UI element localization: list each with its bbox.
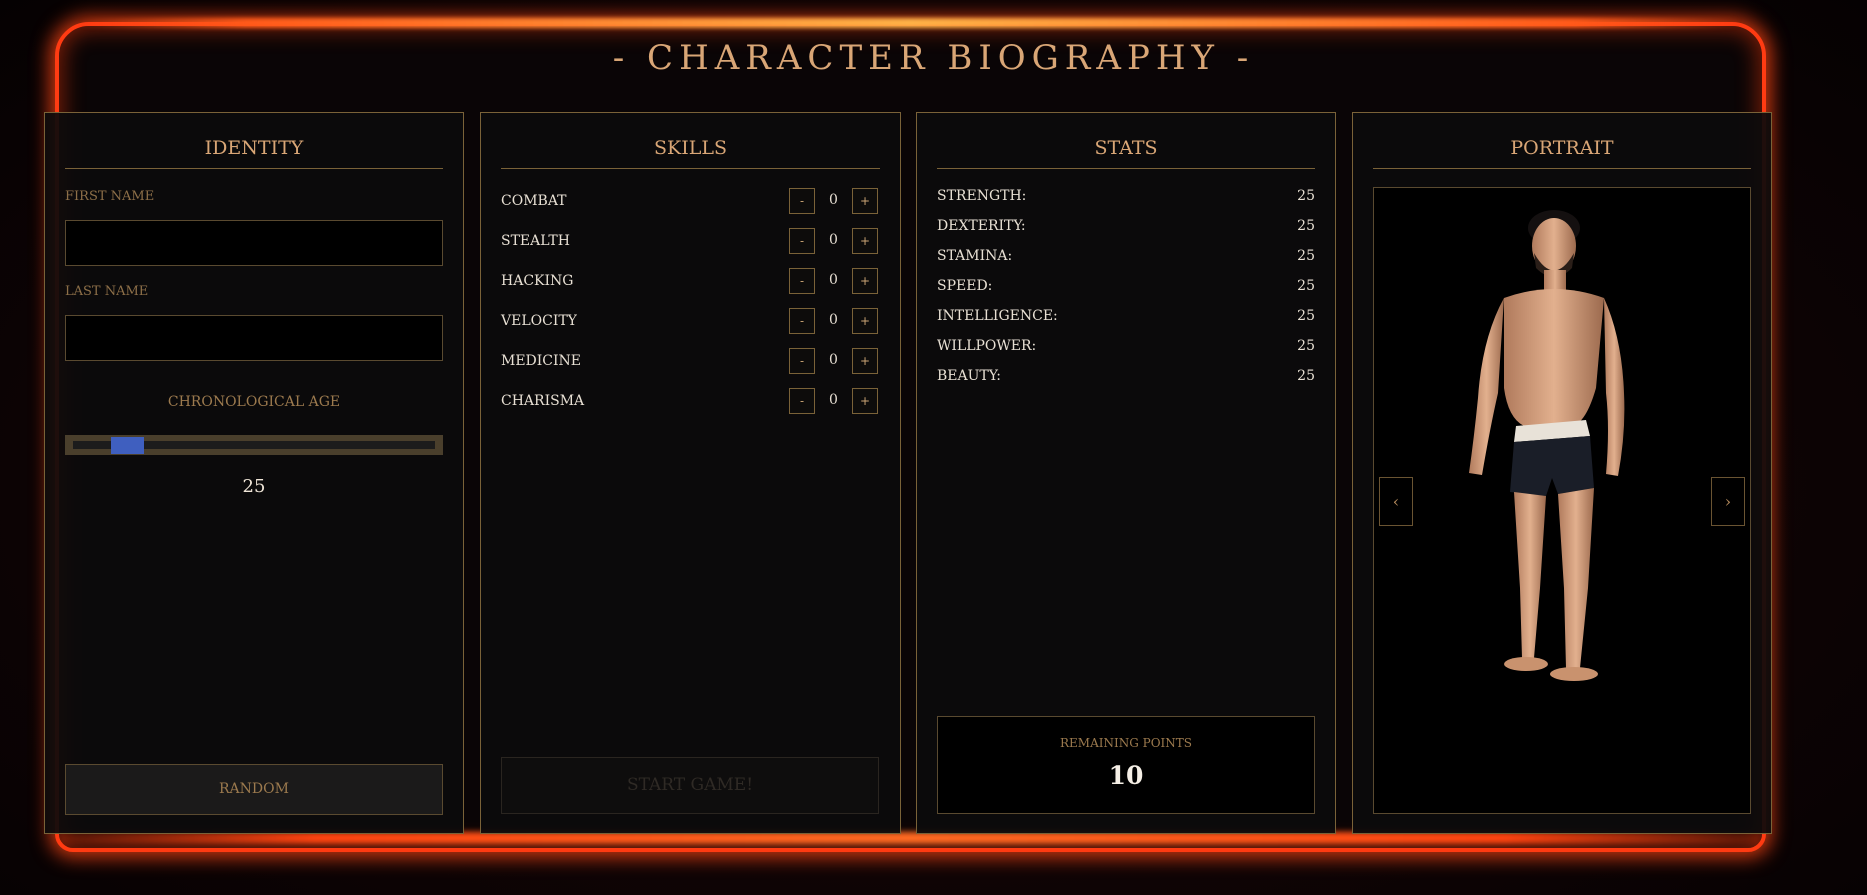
- skill-row-velocity: VELOCITY - 0 +: [501, 308, 879, 336]
- stat-name: INTELLIGENCE:: [937, 308, 1058, 324]
- chevron-right-icon: ›: [1724, 492, 1732, 511]
- skills-title: SKILLS: [501, 137, 880, 169]
- stats-panel: STATS STRENGTH: 25 DEXTERITY: 25 STAMINA…: [916, 112, 1336, 834]
- skill-value: 0: [829, 232, 838, 248]
- stealth-plus-button[interactable]: +: [852, 228, 878, 254]
- stat-value: 25: [1297, 248, 1315, 264]
- portrait-frame: ‹ ›: [1373, 187, 1751, 814]
- character-portrait: [1469, 210, 1625, 681]
- stat-value: 25: [1297, 338, 1315, 354]
- hacking-plus-button[interactable]: +: [852, 268, 878, 294]
- skill-value: 0: [829, 312, 838, 328]
- portrait-panel: PORTRAIT ‹ ›: [1352, 112, 1772, 834]
- age-label: CHRONOLOGICAL AGE: [167, 394, 341, 410]
- stealth-minus-button[interactable]: -: [789, 228, 815, 254]
- stat-name: DEXTERITY:: [937, 218, 1026, 234]
- stat-value: 25: [1297, 308, 1315, 324]
- stat-row-strength: STRENGTH: 25: [937, 188, 1315, 210]
- stat-name: STRENGTH:: [937, 188, 1027, 204]
- medicine-plus-button[interactable]: +: [852, 348, 878, 374]
- stat-value: 25: [1297, 368, 1315, 384]
- skill-name: COMBAT: [501, 193, 567, 209]
- charisma-minus-button[interactable]: -: [789, 388, 815, 414]
- stat-row-willpower: WILLPOWER: 25: [937, 338, 1315, 360]
- stat-name: SPEED:: [937, 278, 993, 294]
- stat-row-speed: SPEED: 25: [937, 278, 1315, 300]
- velocity-minus-button[interactable]: -: [789, 308, 815, 334]
- combat-minus-button[interactable]: -: [789, 188, 815, 214]
- last-name-label: LAST NAME: [65, 284, 149, 299]
- skills-panel: SKILLS COMBAT - 0 + STEALTH - 0 + HACKIN…: [480, 112, 901, 834]
- remaining-points-value: 10: [1108, 761, 1144, 790]
- stat-value: 25: [1297, 188, 1315, 204]
- age-slider[interactable]: [65, 435, 443, 455]
- frame-top-glow: [80, 18, 1740, 28]
- stat-row-beauty: BEAUTY: 25: [937, 368, 1315, 390]
- stat-row-intelligence: INTELLIGENCE: 25: [937, 308, 1315, 330]
- skill-name: CHARISMA: [501, 393, 585, 409]
- skill-value: 0: [829, 272, 838, 288]
- stat-name: WILLPOWER:: [937, 338, 1037, 354]
- skill-name: MEDICINE: [501, 353, 582, 369]
- skill-row-charisma: CHARISMA - 0 +: [501, 388, 879, 416]
- skill-value: 0: [829, 352, 838, 368]
- identity-title: IDENTITY: [65, 137, 443, 169]
- random-button[interactable]: RANDOM: [65, 764, 443, 815]
- skill-row-hacking: HACKING - 0 +: [501, 268, 879, 296]
- skill-name: VELOCITY: [501, 313, 577, 329]
- combat-plus-button[interactable]: +: [852, 188, 878, 214]
- stat-row-dexterity: DEXTERITY: 25: [937, 218, 1315, 240]
- velocity-plus-button[interactable]: +: [852, 308, 878, 334]
- charisma-plus-button[interactable]: +: [852, 388, 878, 414]
- first-name-label: FIRST NAME: [65, 189, 155, 204]
- stats-title: STATS: [937, 137, 1315, 169]
- first-name-field[interactable]: [65, 220, 443, 266]
- remaining-points-box: REMAINING POINTS 10: [937, 716, 1315, 814]
- age-slider-thumb[interactable]: [111, 437, 144, 454]
- prev-portrait-button[interactable]: ‹: [1379, 477, 1413, 526]
- hacking-minus-button[interactable]: -: [789, 268, 815, 294]
- skill-name: STEALTH: [501, 233, 570, 249]
- last-name-field[interactable]: [65, 315, 443, 361]
- next-portrait-button[interactable]: ›: [1711, 477, 1745, 526]
- portrait-title: PORTRAIT: [1373, 137, 1751, 169]
- skill-row-medicine: MEDICINE - 0 +: [501, 348, 879, 376]
- stat-row-stamina: STAMINA: 25: [937, 248, 1315, 270]
- skill-row-combat: COMBAT - 0 +: [501, 188, 879, 216]
- identity-panel: IDENTITY FIRST NAME LAST NAME CHRONOLOGI…: [44, 112, 464, 834]
- medicine-minus-button[interactable]: -: [789, 348, 815, 374]
- stat-name: BEAUTY:: [937, 368, 1001, 384]
- chevron-left-icon: ‹: [1392, 492, 1400, 511]
- skill-value: 0: [829, 192, 838, 208]
- stat-name: STAMINA:: [937, 248, 1013, 264]
- page-title: - CHARACTER BIOGRAPHY -: [612, 38, 1255, 78]
- remaining-points-label: REMAINING POINTS: [1059, 736, 1192, 750]
- stat-value: 25: [1297, 278, 1315, 294]
- skill-row-stealth: STEALTH - 0 +: [501, 228, 879, 256]
- age-value: 25: [242, 476, 266, 497]
- skill-value: 0: [829, 392, 838, 408]
- stat-value: 25: [1297, 218, 1315, 234]
- skill-name: HACKING: [501, 273, 574, 289]
- start-game-button[interactable]: START GAME!: [501, 757, 879, 814]
